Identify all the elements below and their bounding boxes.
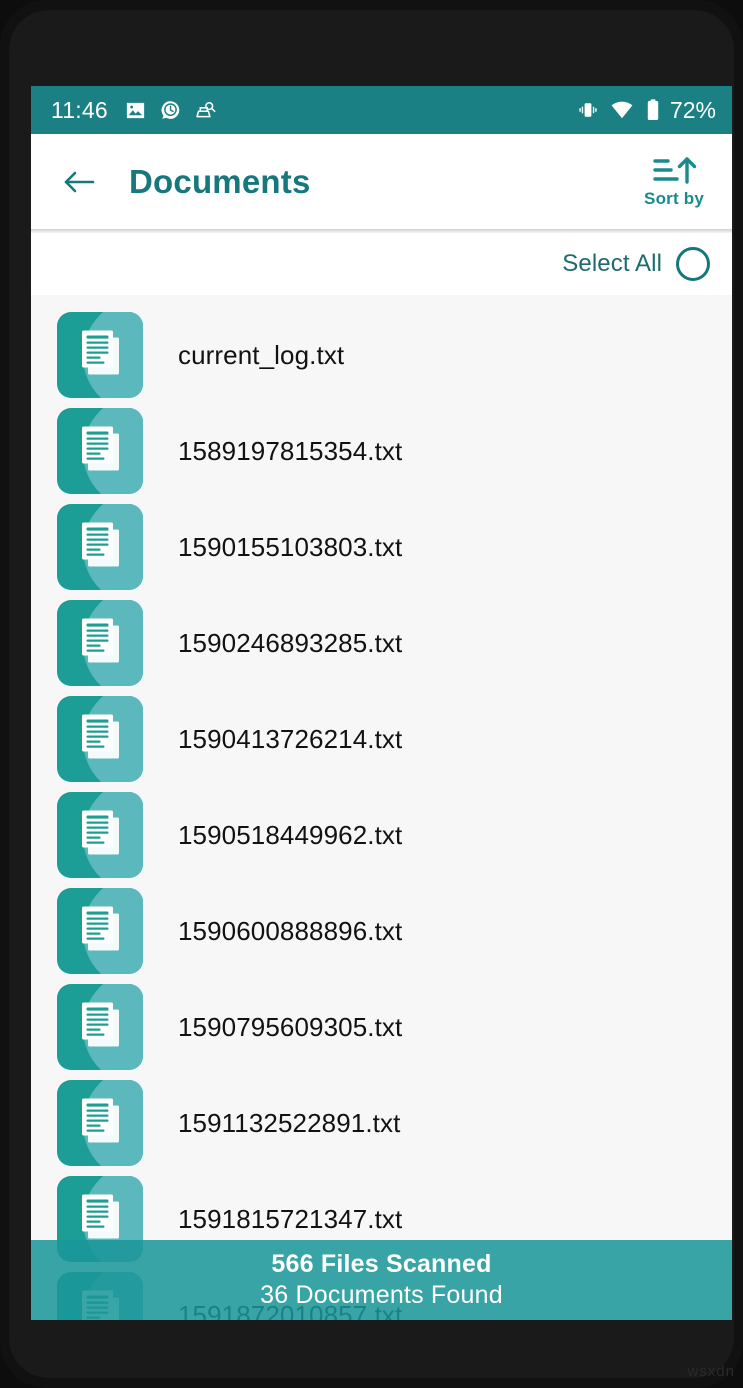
scan-status-banner: 566 Files Scanned 36 Documents Found (31, 1240, 732, 1320)
document-list[interactable]: current_log.txt 1589197815354.txt 159015… (31, 295, 732, 1320)
status-bar-clock: 11:46 (51, 96, 108, 123)
phone-bezel: 11:46 72% Documents Sort by Select All c… (9, 10, 734, 1378)
sort-by-button[interactable]: Sort by (644, 154, 712, 209)
select-all-row[interactable]: Select All (31, 233, 732, 295)
phone-device-frame: 11:46 72% Documents Sort by Select All c… (0, 0, 743, 1388)
status-bar-system-icons: 72% (577, 97, 716, 124)
document-icon-tile (57, 1080, 143, 1166)
document-icon-tile (57, 312, 143, 398)
document-icon-tile (57, 888, 143, 974)
select-all-checkbox[interactable] (676, 247, 710, 281)
watermark: wsxdn (687, 1363, 735, 1380)
vibrate-icon (577, 99, 599, 121)
status-bar-notification-icons (124, 99, 217, 122)
sort-ascending-icon (651, 154, 697, 188)
sort-by-label: Sort by (644, 189, 704, 208)
document-file-icon (77, 424, 123, 479)
document-icon-tile (57, 600, 143, 686)
list-item[interactable]: 1589197815354.txt (31, 403, 732, 499)
battery-icon (645, 98, 661, 122)
status-bar: 11:46 72% (31, 86, 732, 134)
file-name-label: 1590413726214.txt (178, 723, 403, 754)
battery-percent-label: 72% (669, 96, 716, 123)
document-icon-tile (57, 792, 143, 878)
file-name-label: 1591132522891.txt (178, 1107, 401, 1138)
files-scanned-label: 566 Files Scanned (271, 1250, 492, 1278)
document-file-icon (77, 1192, 123, 1247)
list-item[interactable]: 1590413726214.txt (31, 691, 732, 787)
list-item[interactable]: 1590795609305.txt (31, 979, 732, 1075)
file-name-label: 1590246893285.txt (178, 627, 403, 658)
scanner-icon (194, 99, 217, 122)
file-name-label: 1590518449962.txt (178, 819, 403, 850)
phone-screen: 11:46 72% Documents Sort by Select All c… (31, 86, 732, 1320)
file-name-label: 1590600888896.txt (178, 915, 403, 946)
documents-found-label: 36 Documents Found (260, 1281, 503, 1309)
list-item[interactable]: 1590518449962.txt (31, 787, 732, 883)
back-button[interactable] (57, 160, 101, 204)
app-bar: Documents Sort by (31, 134, 732, 229)
document-file-icon (77, 904, 123, 959)
document-file-icon (77, 520, 123, 575)
list-item[interactable]: 1590246893285.txt (31, 595, 732, 691)
file-name-label: 1591815721347.txt (178, 1203, 403, 1234)
back-arrow-icon (61, 167, 97, 197)
document-file-icon (77, 1000, 123, 1055)
list-item[interactable]: 1591132522891.txt (31, 1075, 732, 1171)
document-file-icon (77, 1096, 123, 1151)
file-name-label: 1590155103803.txt (178, 531, 403, 562)
list-item[interactable]: 1590600888896.txt (31, 883, 732, 979)
document-icon-tile (57, 504, 143, 590)
page-title: Documents (129, 162, 311, 200)
list-item[interactable]: 1590155103803.txt (31, 499, 732, 595)
document-icon-tile (57, 408, 143, 494)
image-icon (124, 99, 147, 122)
list-item[interactable]: current_log.txt (31, 307, 732, 403)
file-name-label: 1590795609305.txt (178, 1011, 403, 1042)
document-icon-tile (57, 984, 143, 1070)
document-icon-tile (57, 696, 143, 782)
file-name-label: 1589197815354.txt (178, 435, 403, 466)
document-file-icon (77, 808, 123, 863)
document-file-icon (77, 712, 123, 767)
select-all-label: Select All (562, 250, 662, 277)
document-file-icon (77, 616, 123, 671)
document-file-icon (77, 328, 123, 383)
file-name-label: current_log.txt (178, 339, 345, 370)
alarm-clock-icon (159, 99, 182, 122)
wifi-icon (610, 98, 634, 122)
